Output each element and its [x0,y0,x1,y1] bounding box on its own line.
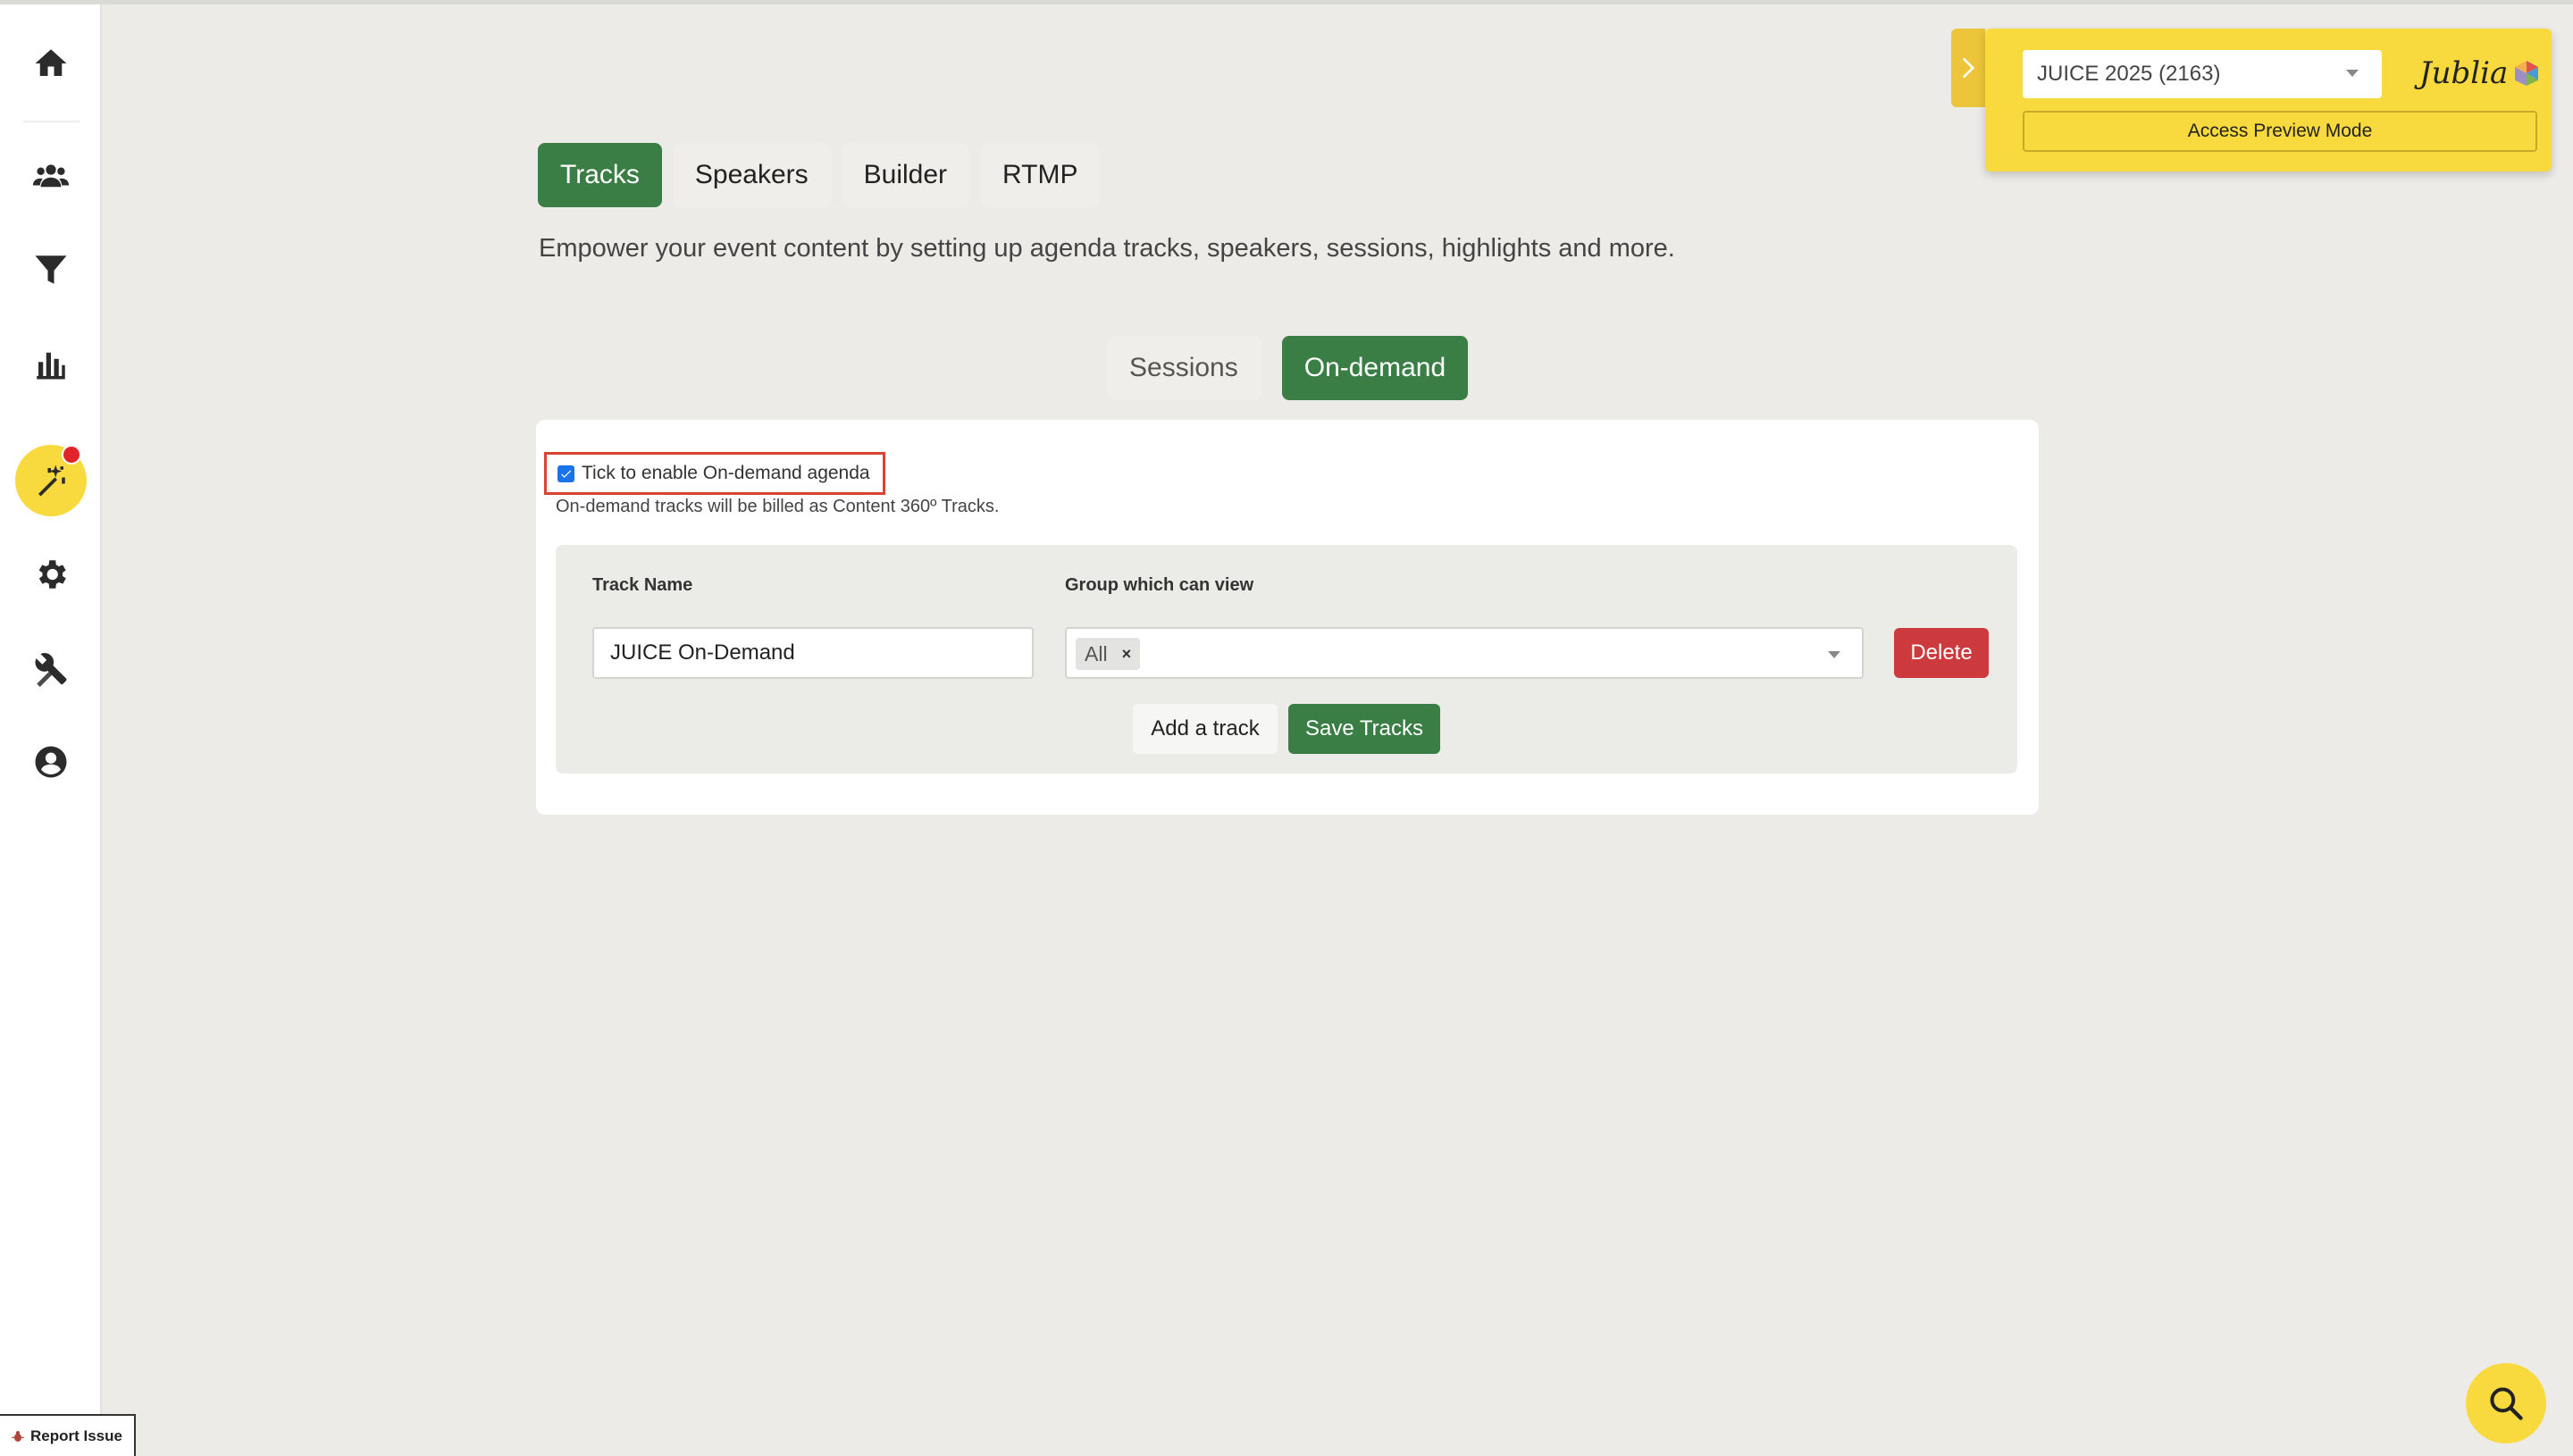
tab-sessions[interactable]: Sessions [1107,336,1261,400]
notification-dot [62,445,81,464]
track-name-input[interactable]: JUICE On-Demand [592,627,1034,679]
tracks-panel: Track Name Group which can view JUICE On… [556,545,2017,774]
report-issue-label: Report Issue [30,1427,122,1444]
bar-chart-icon [37,352,65,380]
event-select-value: JUICE 2025 (2163) [2037,62,2221,86]
sidebar-item-analytics[interactable] [15,328,87,399]
bug-icon [12,1430,24,1442]
enable-on-demand-checkbox-row[interactable]: Tick to enable On-demand agenda [544,452,885,495]
group-chip-label: All [1085,641,1108,665]
on-demand-card: Tick to enable On-demand agenda On-deman… [536,420,2039,815]
enable-on-demand-checkbox[interactable] [557,464,574,482]
jublia-logo: Jublia [2419,55,2540,91]
widget-collapse-handle[interactable] [1951,29,1985,107]
tab-on-demand[interactable]: On-demand [1281,336,1469,400]
add-track-button[interactable]: Add a track [1133,704,1278,754]
remove-chip-icon[interactable]: × [1122,645,1132,664]
filter-icon [35,255,67,284]
logo-mark-icon [2515,61,2539,86]
gear-icon [38,560,66,589]
content-tabs: Tracks Speakers Builder RTMP [538,143,1101,207]
group-multiselect[interactable]: All × [1065,627,1864,679]
search-button[interactable] [2466,1363,2546,1443]
search-icon [2490,1387,2523,1420]
sidebar [0,4,102,1456]
sidebar-item-users[interactable] [15,140,87,212]
save-tracks-button[interactable]: Save Tracks [1288,704,1440,754]
sidebar-divider [22,121,80,122]
event-widget: JUICE 2025 (2163) Jublia Access Preview … [1985,29,2552,172]
sidebar-item-profile[interactable] [15,726,87,798]
page-description: Empower your event content by setting up… [539,234,1675,263]
users-icon [32,164,70,188]
access-preview-mode-button[interactable]: Access Preview Mode [2023,111,2537,152]
tab-rtmp[interactable]: RTMP [980,143,1101,207]
user-circle-icon [35,746,67,778]
chevron-down-icon [1828,651,1840,658]
event-select[interactable]: JUICE 2025 (2163) [2023,50,2382,98]
sidebar-item-content[interactable] [15,445,87,516]
group-chip: All × [1076,638,1141,670]
billing-note: On-demand tracks will be billed as Conte… [556,497,1000,516]
agenda-type-tabs: Sessions On-demand [1107,336,1469,400]
delete-track-button[interactable]: Delete [1894,628,1989,678]
sidebar-item-home[interactable] [15,28,87,99]
enable-on-demand-label: Tick to enable On-demand agenda [582,463,870,483]
chevron-down-icon [2346,70,2359,77]
home-icon [35,49,67,76]
report-issue-button[interactable]: Report Issue [0,1414,136,1456]
magic-wand-icon [38,464,65,497]
tab-builder[interactable]: Builder [841,143,970,207]
tools-icon [35,653,67,687]
group-header: Group which can view [1065,575,1254,595]
sidebar-item-tools[interactable] [15,632,87,704]
check-icon [561,470,572,478]
chevron-right-icon [1962,57,1975,79]
tab-tracks[interactable]: Tracks [538,143,662,207]
sidebar-item-settings[interactable] [15,539,87,610]
sidebar-item-filter[interactable] [15,234,87,305]
tab-speakers[interactable]: Speakers [672,143,831,207]
track-name-header: Track Name [592,575,693,595]
logo-text: Jublia [2419,55,2509,91]
top-border [0,0,2573,4]
